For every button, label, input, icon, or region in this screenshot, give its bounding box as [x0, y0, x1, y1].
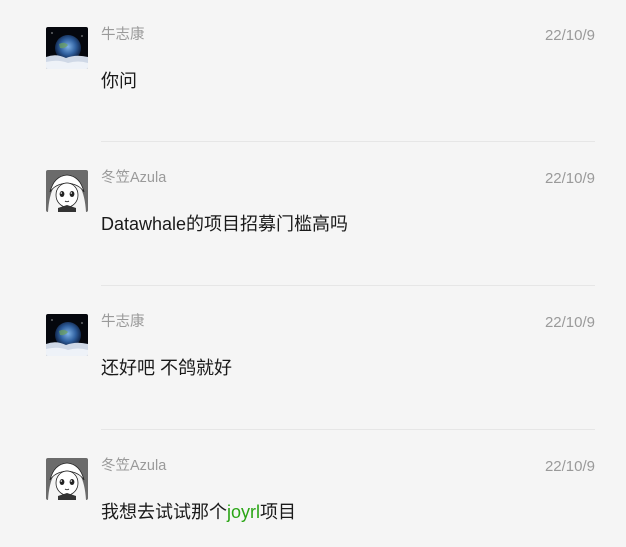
- sender-name[interactable]: 牛志康: [101, 27, 145, 44]
- moon-earth-avatar-icon: [46, 27, 88, 69]
- message-divider: [101, 141, 595, 142]
- message-text: 你问: [101, 71, 137, 91]
- message-link[interactable]: joyrl: [227, 502, 260, 522]
- message-timestamp: 22/10/9: [544, 27, 595, 44]
- message-text: Datawhale的项目招募门槛高吗: [101, 214, 349, 234]
- moon-earth-avatar-icon: [46, 314, 88, 356]
- message-text: 我想去试试那个joyrl项目: [101, 501, 296, 523]
- message-text-after: 项目: [260, 502, 297, 522]
- avatar[interactable]: [46, 458, 88, 500]
- sender-name[interactable]: 冬笠Azula: [101, 170, 166, 187]
- manga-girl-avatar-icon: [46, 458, 88, 500]
- avatar[interactable]: [46, 170, 88, 212]
- sender-name[interactable]: 冬笠Azula: [101, 458, 166, 475]
- message-text: 还好吧 不鸽就好: [101, 358, 233, 378]
- sender-name[interactable]: 牛志康: [101, 314, 145, 331]
- message-text-before: 我想去试试那个: [101, 502, 227, 522]
- avatar[interactable]: [46, 27, 88, 69]
- message-timestamp: 22/10/9: [544, 314, 595, 331]
- message-timestamp: 22/10/9: [544, 170, 595, 187]
- message-divider: [101, 429, 595, 430]
- chat-message-list: 牛志康 22/10/9 你问 冬笠Azula 22/10/9 Datawhale…: [0, 0, 626, 547]
- manga-girl-avatar-icon: [46, 170, 88, 212]
- avatar[interactable]: [46, 314, 88, 356]
- message-divider: [101, 285, 595, 286]
- message-timestamp: 22/10/9: [544, 458, 595, 475]
